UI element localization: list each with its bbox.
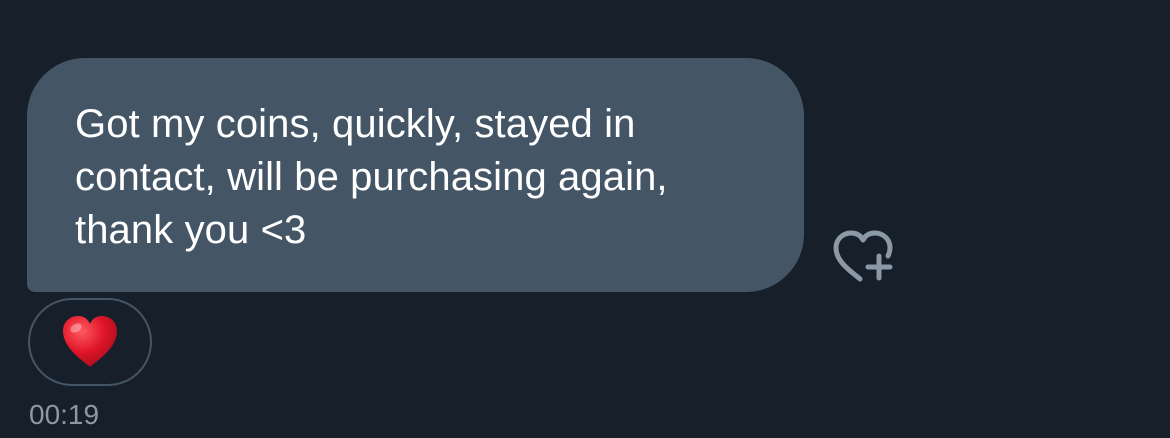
message-timestamp: 00:19 [29, 399, 100, 430]
red-heart-icon [63, 316, 117, 367]
heart-plus-icon [833, 230, 893, 282]
message-text: Got my coins, quickly, stayed in contact… [75, 102, 668, 252]
message-bubble[interactable]: Got my coins, quickly, stayed in contact… [27, 58, 804, 292]
add-reaction-button[interactable] [832, 230, 896, 286]
reaction-pill[interactable] [28, 298, 152, 386]
